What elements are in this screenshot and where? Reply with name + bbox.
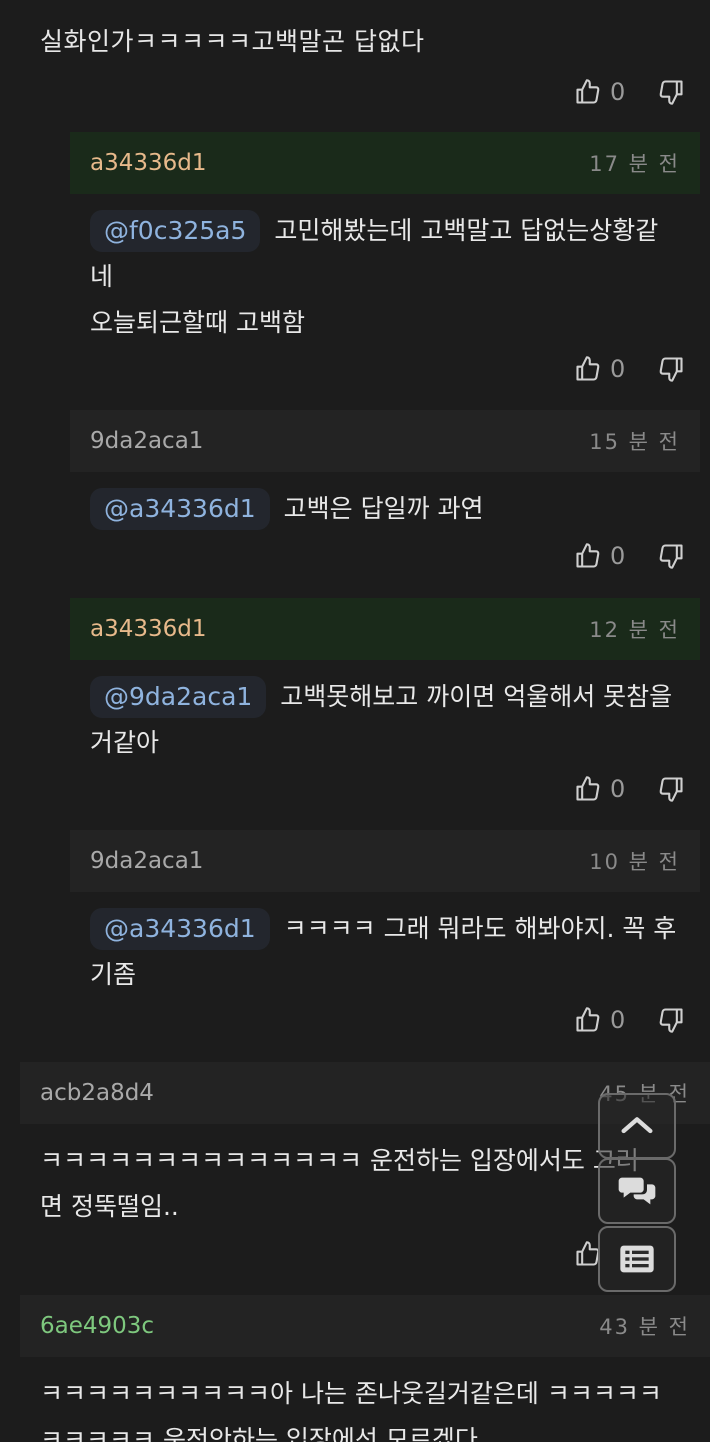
timestamp: 17 분 전 [589, 152, 680, 176]
timestamp: 43 분 전 [599, 1315, 690, 1339]
like-count: 0 [610, 355, 626, 383]
reply-text: 고백못해보고 까이면 억울해서 못참을 [280, 682, 673, 711]
mention-tag[interactable]: @f0c325a5 [90, 210, 261, 252]
author-name[interactable]: 9da2aca1 [90, 848, 203, 874]
comment-text: ㅋㅋㅋㅋㅋㅋㅋㅋㅋㅋ아 나는 존나웃길거같은데 ㅋㅋㅋㅋㅋ [40, 1379, 662, 1408]
comment-text: 면 정뚝떨임.. [40, 1192, 179, 1221]
reply-text: 오늘퇴근할때 고백함 [90, 308, 305, 337]
vote-bar: 0 [574, 775, 685, 803]
thumbs-down-icon [659, 357, 683, 382]
thumbs-up-icon [576, 776, 600, 801]
dislike-button[interactable] [657, 78, 685, 106]
dislike-button[interactable] [657, 1006, 685, 1034]
comment-item: 6ae4903c 43 분 전 ㅋㅋㅋㅋㅋㅋㅋㅋㅋㅋ아 나는 존나웃길거같은데 … [20, 1295, 710, 1442]
reply-text: 고백은 답일까 과연 [283, 494, 484, 523]
chevron-up-icon [621, 1117, 653, 1134]
reply-header: a34336d1 12 분 전 [70, 598, 700, 660]
vote-bar: 0 [574, 542, 685, 570]
like-count: 0 [610, 78, 626, 106]
author-name[interactable]: 6ae4903c [40, 1313, 154, 1339]
dislike-button[interactable] [657, 542, 685, 570]
thumbs-up-icon [576, 356, 600, 381]
reply-item: a34336d1 12 분 전 @9da2aca1 고백못해보고 까이면 억울해서… [70, 598, 700, 766]
vote-bar: 0 [574, 355, 685, 383]
reply-header: 9da2aca1 15 분 전 [70, 410, 700, 472]
reply-body: @a34336d1 ㅋㅋㅋㅋ 그래 뭐라도 해봐야지. 꼭 후 기좀 [70, 892, 700, 998]
reply-item: 9da2aca1 10 분 전 @a34336d1 ㅋㅋㅋㅋ 그래 뭐라도 해봐야… [70, 830, 700, 998]
thumbs-up-icon [576, 79, 600, 104]
vote-bar: 0 [574, 1006, 685, 1034]
author-name[interactable]: 9da2aca1 [90, 428, 203, 454]
reply-body: @9da2aca1 고백못해보고 까이면 억울해서 못참을 거같아 [70, 660, 700, 766]
thumbs-down-icon [659, 777, 683, 802]
reply-body: @f0c325a5 고민해봤는데 고백말고 답없는상황같 네 오늘퇴근할때 고백함 [70, 194, 700, 346]
list-icon [620, 1245, 654, 1273]
thumbs-down-icon [659, 1008, 683, 1033]
dislike-button[interactable] [657, 355, 685, 383]
chat-bubbles-icon [618, 1177, 656, 1205]
comment-text: ㅋㅋㅋㅋㅋㅋㅋㅋㅋㅋㅋㅋㅋㅋ 운전하는 입장에서도 그러 [40, 1146, 639, 1175]
comment-text: 실화인가ㅋㅋㅋㅋㅋ고백말곤 답없다 [40, 27, 425, 56]
comments-button[interactable] [598, 1158, 676, 1224]
like-count: 0 [610, 1006, 626, 1034]
reply-body: @a34336d1 고백은 답일까 과연 [70, 472, 700, 532]
reply-header: a34336d1 17 분 전 [70, 132, 700, 194]
thumbs-down-icon [659, 80, 683, 105]
author-name[interactable]: a34336d1 [90, 616, 207, 642]
thumbs-down-icon [659, 544, 683, 569]
like-button[interactable]: 0 [574, 355, 625, 383]
reply-text: 기좀 [90, 960, 137, 989]
timestamp: 10 분 전 [589, 850, 680, 874]
mention-tag[interactable]: @9da2aca1 [90, 676, 267, 718]
author-name[interactable]: acb2a8d4 [40, 1080, 154, 1106]
thumbs-up-icon [576, 1007, 600, 1032]
like-count: 0 [610, 542, 626, 570]
reply-item: 9da2aca1 15 분 전 @a34336d1 고백은 답일까 과연 [70, 410, 700, 532]
vote-bar: 0 [574, 78, 685, 106]
like-button[interactable]: 0 [574, 78, 625, 106]
reply-text: ㅋㅋㅋㅋ 그래 뭐라도 해봐야지. 꼭 후 [283, 914, 677, 943]
timestamp: 15 분 전 [589, 430, 680, 454]
comment-text: ㅋㅋㅋㅋㅋ 운전안하는 입장에선 모르겠다 [40, 1425, 478, 1442]
thumbs-up-icon [576, 543, 600, 568]
like-button[interactable]: 0 [574, 775, 625, 803]
author-name[interactable]: a34336d1 [90, 150, 207, 176]
reply-item: a34336d1 17 분 전 @f0c325a5 고민해봤는데 고백말고 답없는… [70, 132, 700, 346]
reply-text: 네 [90, 262, 114, 291]
comment-body: ㅋㅋㅋㅋㅋㅋㅋㅋㅋㅋ아 나는 존나웃길거같은데 ㅋㅋㅋㅋㅋ ㅋㅋㅋㅋㅋ 운전안하… [20, 1357, 710, 1442]
scroll-top-button[interactable] [598, 1093, 676, 1159]
list-button[interactable] [598, 1226, 676, 1292]
like-button[interactable]: 0 [574, 1006, 625, 1034]
comment-thread: 실화인가ㅋㅋㅋㅋㅋ고백말곤 답없다 0 a34336d1 17 분 전 @f0c… [0, 0, 710, 1442]
mention-tag[interactable]: @a34336d1 [90, 488, 270, 530]
like-count: 0 [610, 775, 626, 803]
reply-text: 고민해봤는데 고백말고 답없는상황같 [274, 216, 659, 245]
like-button[interactable]: 0 [574, 542, 625, 570]
timestamp: 12 분 전 [589, 618, 680, 642]
reply-header: 9da2aca1 10 분 전 [70, 830, 700, 892]
comment-header: 6ae4903c 43 분 전 [20, 1295, 710, 1357]
dislike-button[interactable] [657, 775, 685, 803]
mention-tag[interactable]: @a34336d1 [90, 908, 270, 950]
reply-text: 거같아 [90, 728, 160, 757]
